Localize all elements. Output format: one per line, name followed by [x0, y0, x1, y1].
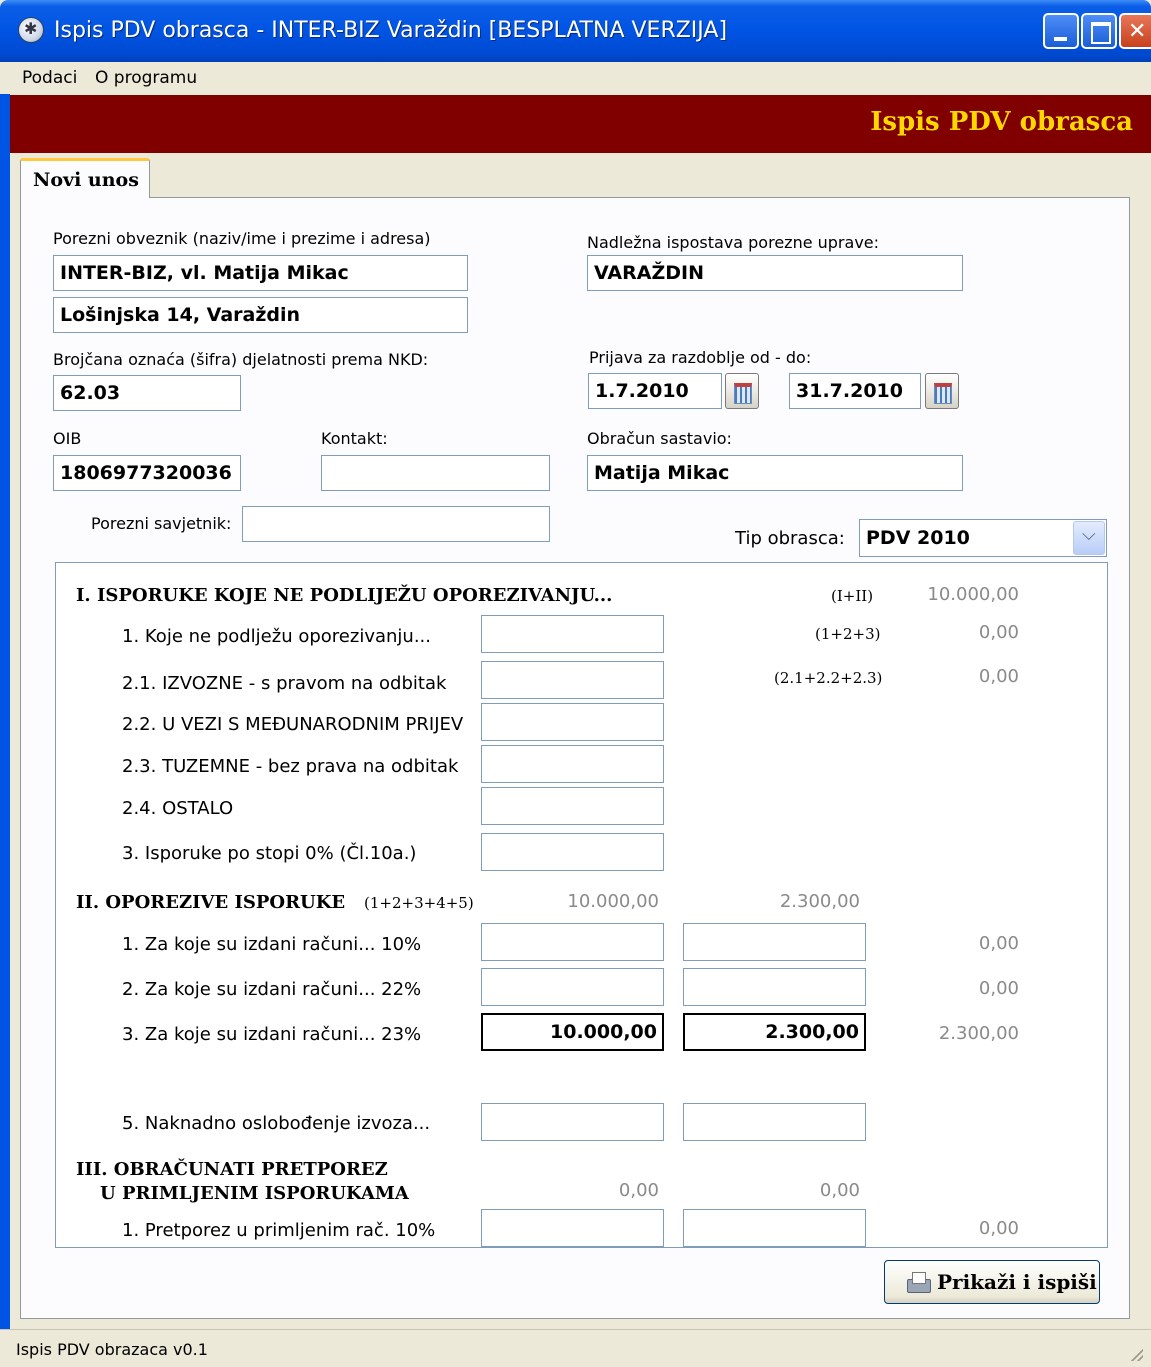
- print-button[interactable]: Prikaži i ispiši: [884, 1260, 1100, 1304]
- row-value: 0,00: [978, 933, 1019, 954]
- nkd-field[interactable]: 62.03: [53, 375, 241, 411]
- row-label: 1. Za koje su izdani računi... 10%: [122, 934, 422, 955]
- section-2-title: II. OPOREZIVE ISPORUKE: [76, 892, 346, 913]
- tab-label: Novi unos: [33, 169, 139, 191]
- input-field[interactable]: [481, 787, 664, 825]
- base-input[interactable]: [481, 1209, 664, 1247]
- menu-podaci[interactable]: Podaci: [22, 68, 77, 88]
- sastavio-label: Obračun sastavio:: [587, 429, 732, 448]
- oib-field[interactable]: 1806977320036: [53, 455, 241, 491]
- close-button[interactable]: [1119, 13, 1151, 49]
- tax-input[interactable]: [683, 1209, 866, 1247]
- row-formula: (2.1+2.2+2.3): [774, 669, 883, 687]
- title-bar[interactable]: Ispis PDV obrasca - INTER-BIZ Varaždin […: [0, 0, 1151, 62]
- section-1-total: 10.000,00: [927, 584, 1019, 605]
- maximize-button[interactable]: [1081, 13, 1117, 49]
- tip-obrasca-value: PDV 2010: [866, 527, 970, 549]
- row-label: 5. Naknadno oslobođenje izvoza...: [122, 1113, 431, 1134]
- tax-input[interactable]: [683, 1103, 866, 1141]
- calendar-icon[interactable]: [725, 373, 759, 409]
- input-field[interactable]: [481, 661, 664, 699]
- banner-title: Ispis PDV obrasca: [870, 107, 1133, 137]
- base-input[interactable]: [481, 1103, 664, 1141]
- tab-novi-unos[interactable]: Novi unos: [20, 158, 150, 198]
- input-field[interactable]: [481, 703, 664, 741]
- menu-bar: Podaci O programu: [0, 62, 1151, 94]
- obveznik-address-field[interactable]: Lošinjska 14, Varaždin: [53, 297, 468, 333]
- status-text: Ispis PDV obrazaca v0.1: [16, 1340, 208, 1359]
- kontakt-field[interactable]: [321, 455, 550, 491]
- status-bar: Ispis PDV obrazaca v0.1: [0, 1329, 1151, 1367]
- row-value: 0,00: [978, 1218, 1019, 1239]
- app-window: Ispis PDV obrasca - INTER-BIZ Varaždin […: [0, 0, 1151, 1367]
- razdoblje-label: Prijava za razdoblje od - do:: [589, 348, 812, 367]
- date-from-field[interactable]: 1.7.2010: [588, 373, 722, 409]
- menu-o-programu[interactable]: O programu: [95, 68, 197, 88]
- row-label: 2. Za koje su izdani računi... 22%: [122, 979, 422, 1000]
- obveznik-name-field[interactable]: INTER-BIZ, vl. Matija Mikac: [53, 255, 468, 291]
- tip-label: Tip obrasca:: [735, 528, 845, 549]
- row-label: 1. Koje ne podlježu oporezivanju...: [122, 626, 431, 647]
- row-label: 2.4. OSTALO: [122, 798, 234, 819]
- header-banner: Ispis PDV obrasca: [10, 95, 1151, 153]
- savjetnik-label: Porezni savjetnik:: [91, 514, 232, 533]
- row-label: 3. Za koje su izdani računi... 23%: [122, 1024, 422, 1045]
- base-input[interactable]: [481, 968, 664, 1006]
- resize-grip-icon[interactable]: [1131, 1349, 1143, 1361]
- section-1-formula: (I+II): [831, 587, 874, 605]
- input-field[interactable]: [481, 615, 664, 653]
- input-field[interactable]: [481, 745, 664, 783]
- date-to-field[interactable]: 31.7.2010: [789, 373, 921, 409]
- section-3-base-total: 0,00: [618, 1180, 659, 1201]
- section-2-formula: (1+2+3+4+5): [364, 894, 474, 912]
- print-button-label: Prikaži i ispiši: [937, 1270, 1097, 1294]
- tax-input[interactable]: [683, 968, 866, 1006]
- pdv-form-scroll-area[interactable]: I. ISPORUKE KOJE NE PODLIJEŽU OPOREZIVAN…: [55, 562, 1108, 1248]
- row-label: 3. Isporuke po stopi 0% (Čl.10a.): [122, 843, 417, 864]
- oib-label: OIB: [53, 429, 82, 448]
- tip-obrasca-select[interactable]: PDV 2010: [859, 519, 1107, 557]
- obveznik-label: Porezni obveznik (naziv/ime i prezime i …: [53, 229, 431, 248]
- sastavio-field[interactable]: Matija Mikac: [587, 455, 963, 491]
- calendar-icon[interactable]: [925, 373, 959, 409]
- ispostava-label: Nadležna ispostava porezne uprave:: [587, 233, 880, 252]
- row-value: 0,00: [978, 622, 1019, 643]
- base-input[interactable]: [481, 923, 664, 961]
- ispostava-field[interactable]: VARAŽDIN: [587, 255, 963, 291]
- printer-icon: [905, 1271, 931, 1293]
- section-3-title-line2: U PRIMLJENIM ISPORUKAMA: [100, 1183, 409, 1204]
- chevron-down-icon[interactable]: [1073, 521, 1105, 555]
- window-title: Ispis PDV obrasca - INTER-BIZ Varaždin […: [54, 18, 728, 43]
- tax-input[interactable]: 2.300,00: [683, 1013, 866, 1051]
- app-icon[interactable]: [18, 17, 44, 43]
- tax-input[interactable]: [683, 923, 866, 961]
- row-value: 0,00: [978, 666, 1019, 687]
- input-field[interactable]: [481, 833, 664, 871]
- section-3-title-line1: III. OBRAČUNATI PRETPOREZ: [76, 1159, 388, 1180]
- minimize-button[interactable]: [1043, 13, 1079, 49]
- window-border: [0, 62, 10, 1367]
- section-2-base-total: 10.000,00: [567, 891, 659, 912]
- row-value: 2.300,00: [938, 1023, 1019, 1044]
- nkd-label: Brojčana oznaća (šifra) djelatnosti prem…: [53, 350, 429, 369]
- base-input[interactable]: 10.000,00: [481, 1013, 664, 1051]
- section-2-tax-total: 2.300,00: [779, 891, 860, 912]
- row-label: 2.2. U VEZI S MEĐUNARODNIM PRIJEV: [122, 714, 464, 735]
- kontakt-label: Kontakt:: [321, 429, 388, 448]
- savjetnik-field[interactable]: [242, 506, 550, 542]
- row-value: 0,00: [978, 978, 1019, 999]
- row-formula: (1+2+3): [815, 625, 881, 643]
- section-1-title: I. ISPORUKE KOJE NE PODLIJEŽU OPOREZIVAN…: [76, 585, 613, 606]
- row-label: 1. Pretporez u primljenim rač. 10%: [122, 1220, 436, 1241]
- row-label: 2.1. IZVOZNE - s pravom na odbitak: [122, 673, 447, 694]
- pdv-form-content: I. ISPORUKE KOJE NE PODLIJEŽU OPOREZIVAN…: [56, 563, 1076, 1247]
- row-label: 2.3. TUZEMNE - bez prava na odbitak: [122, 756, 459, 777]
- section-3-tax-total: 0,00: [819, 1180, 860, 1201]
